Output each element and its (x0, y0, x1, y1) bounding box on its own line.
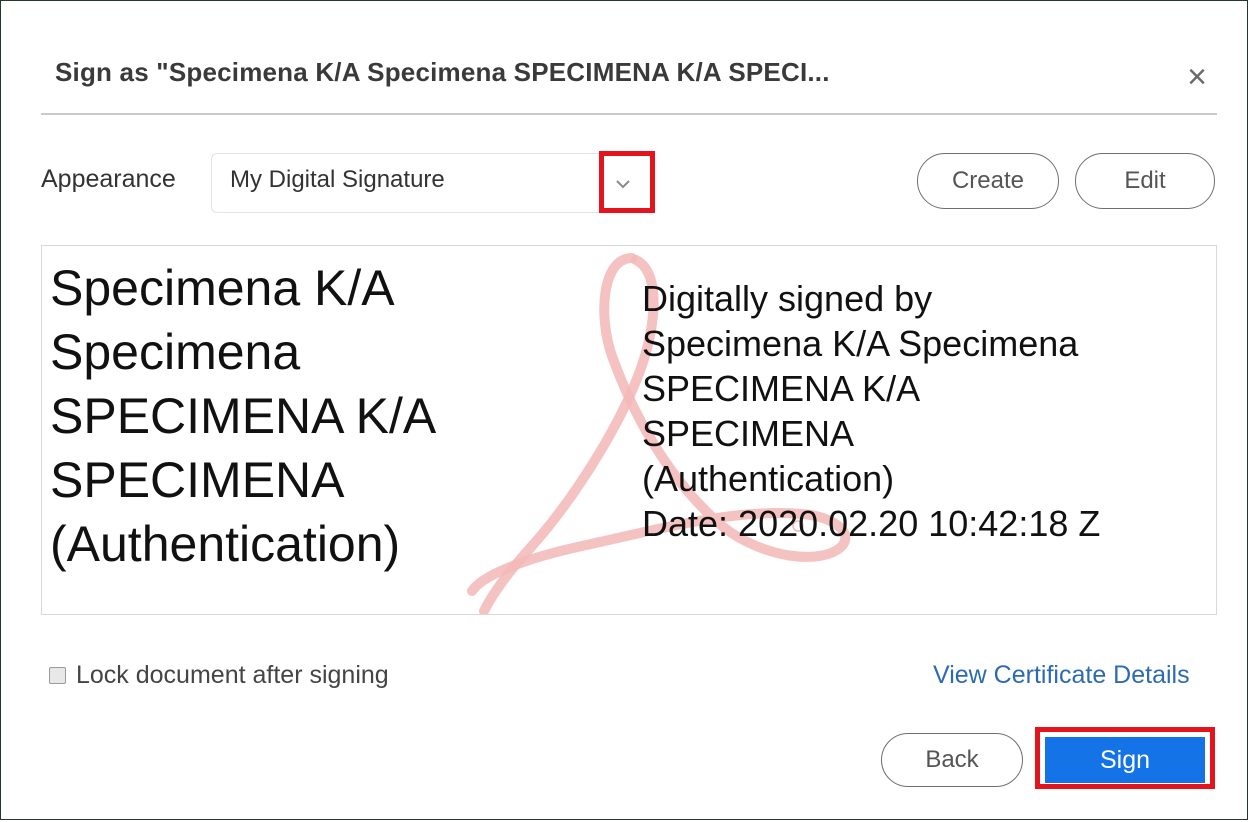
signature-date-line: Date: 2020.02.20 10:42:18 Z (642, 503, 1101, 544)
create-button[interactable]: Create (917, 153, 1059, 209)
appearance-selected-value: My Digital Signature (230, 166, 445, 193)
signature-details-block: Digitally signed by Specimena K/A Specim… (642, 276, 1202, 546)
signature-name-line: Specimena K/A (50, 260, 395, 316)
signature-name-line: Specimena (50, 324, 301, 380)
close-icon[interactable]: × (1181, 60, 1213, 94)
sign-dialog: Sign as "Specimena K/A Specimena SPECIME… (0, 0, 1248, 820)
lock-document-option[interactable]: Lock document after signing (49, 661, 389, 690)
signature-name-line: (Authentication) (50, 516, 401, 572)
signature-detail-line: SPECIMENA K/A (642, 368, 921, 409)
signature-preview: Specimena K/A Specimena SPECIMENA K/A SP… (41, 245, 1217, 615)
appearance-dropdown[interactable]: My Digital Signature (211, 153, 651, 213)
edit-button[interactable]: Edit (1075, 153, 1215, 209)
signature-detail-line: (Authentication) (642, 458, 895, 499)
chevron-down-icon[interactable] (610, 174, 636, 194)
title-divider (41, 113, 1217, 115)
lock-document-checkbox[interactable] (49, 667, 66, 684)
sign-button[interactable]: Sign (1045, 737, 1205, 783)
signature-detail-line: Specimena K/A Specimena (642, 323, 1079, 364)
back-button[interactable]: Back (881, 733, 1023, 787)
dialog-title: Sign as "Specimena K/A Specimena SPECIME… (55, 57, 830, 87)
signature-detail-line: Digitally signed by (642, 278, 933, 319)
view-certificate-details-link[interactable]: View Certificate Details (933, 661, 1190, 690)
lock-document-label: Lock document after signing (76, 661, 389, 689)
signature-detail-line: SPECIMENA (642, 413, 855, 454)
signature-name-block: Specimena K/A Specimena SPECIMENA K/A SP… (50, 256, 610, 576)
signature-name-line: SPECIMENA (50, 452, 345, 508)
signature-name-line: SPECIMENA K/A (50, 388, 437, 444)
appearance-label: Appearance (41, 165, 176, 193)
